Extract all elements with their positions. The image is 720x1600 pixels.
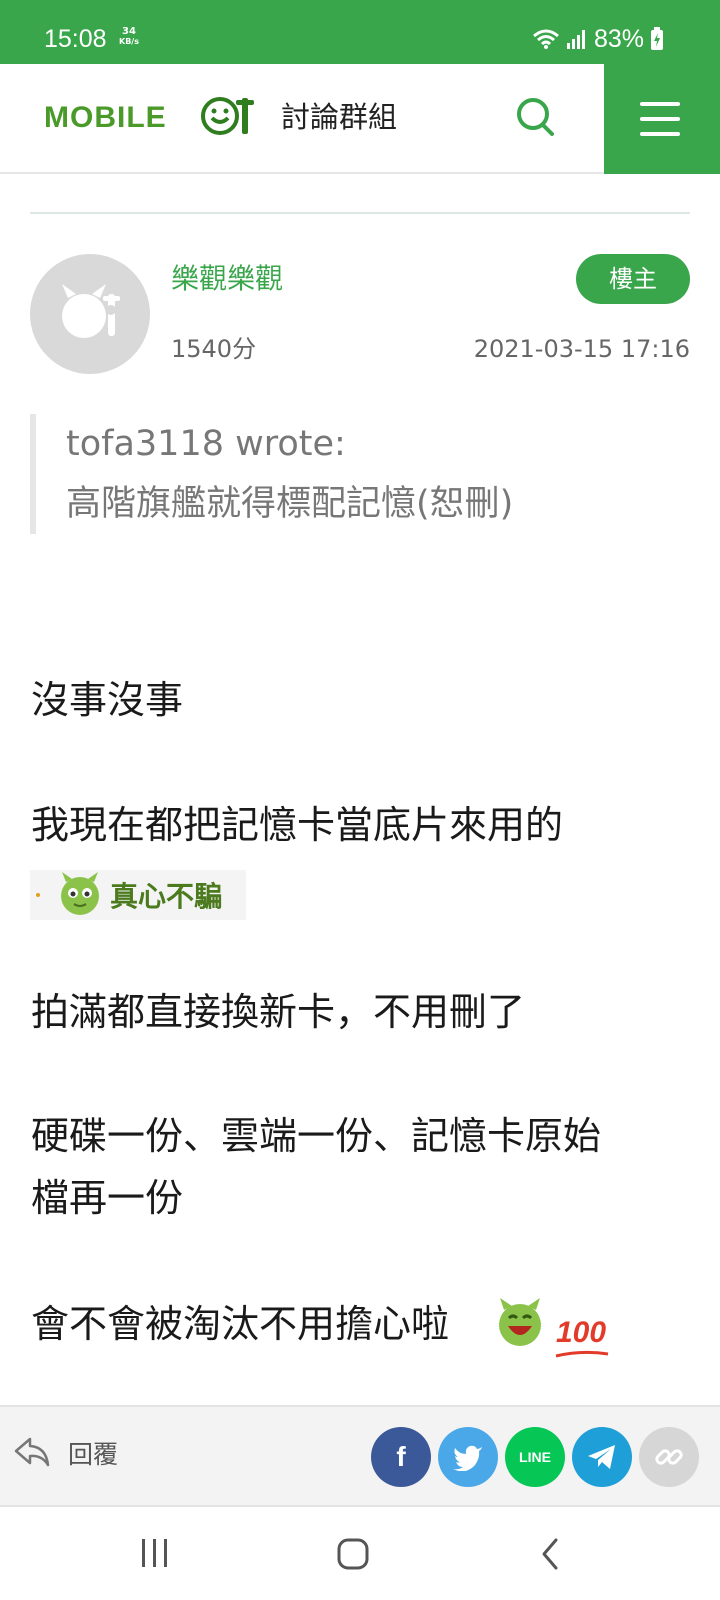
battery-percent: 83% [593,25,644,53]
share-twitter-button[interactable] [438,1427,498,1487]
menu-icon-line [640,132,680,136]
network-speed-value: 34 [122,26,136,37]
home-icon[interactable] [336,1537,370,1571]
status-bar: 15:08 34 KB/s 83% [0,0,720,64]
default-avatar-icon [62,284,120,338]
share-line-button[interactable]: LINE [505,1427,565,1487]
search-button[interactable] [512,94,560,142]
telegram-icon [588,1445,615,1469]
body-text-line: 會不會被淘汰不用擔心啦 [31,1302,450,1346]
post-divider [30,212,690,214]
signal-icon [566,30,585,49]
facebook-icon: f [396,1441,406,1472]
status-icons: 83% [532,24,664,54]
quote-text: 高階旗艦就得標配記憶(恕刪) [66,484,514,524]
body-text-line: 檔再一份 [31,1176,184,1220]
wifi-icon [532,29,559,49]
op-badge: 樓主 [576,254,690,304]
reply-label: 回覆 [68,1440,119,1469]
laughing-monster-emoji-icon [499,1298,541,1346]
svg-text:MOBILE: MOBILE [44,101,167,134]
share-telegram-button[interactable] [572,1427,632,1487]
quote-block: tofa3118 wrote: 高階旗艦就得標配記憶(恕刪) [30,414,690,534]
author-points: 1540分 [171,335,257,363]
mobile01-logo[interactable]: MOBILE [44,94,254,140]
menu-icon-line [640,117,680,121]
quote-author: tofa3118 wrote: [66,424,346,464]
reply-button[interactable]: 回覆 [12,1435,118,1471]
battery-charging-icon [651,27,663,50]
app-header: MOBILE 討論群組 [0,64,720,174]
sticker-text: 真心不騙 [110,880,223,913]
copy-link-button[interactable] [639,1427,699,1487]
author-name[interactable]: 樂觀樂觀 [171,261,283,297]
link-icon [655,1449,683,1465]
body-text-line: 沒事沒事 [31,678,184,722]
menu-button[interactable] [604,64,720,174]
recent-apps-icon[interactable] [140,1537,170,1569]
share-facebook-button[interactable]: f [371,1427,431,1487]
back-icon[interactable] [540,1537,560,1571]
avatar[interactable] [30,254,150,374]
network-speed: 34 KB/s [119,26,139,47]
green-monster-emoji-icon [36,872,99,915]
menu-icon [640,102,680,106]
section-title[interactable]: 討論群組 [281,98,397,136]
body-text-line: 拍滿都直接換新卡，不用刪了 [31,990,526,1034]
post-timestamp: 2021-03-15 17:16 [473,335,690,363]
body-text-line: 我現在都把記憶卡當底片來用的 [31,803,564,847]
hundred-underline-icon [555,1350,609,1358]
logo-graphic: MOBILE [44,97,254,135]
network-speed-unit: KB/s [119,37,139,46]
sticker-image: 真心不騙 [30,870,246,920]
body-text-line: 硬碟一份、雲端一份、記憶卡原始 [31,1114,602,1158]
reply-arrow-icon [14,1437,50,1467]
system-nav-bar [0,1509,720,1600]
search-icon [517,98,554,136]
twitter-icon [453,1445,482,1471]
action-bar: 回覆 f LINE [0,1405,720,1507]
status-time: 15:08 [44,25,107,53]
hundred-points-emoji: 100 [556,1316,607,1349]
line-icon: LINE [519,1449,551,1465]
